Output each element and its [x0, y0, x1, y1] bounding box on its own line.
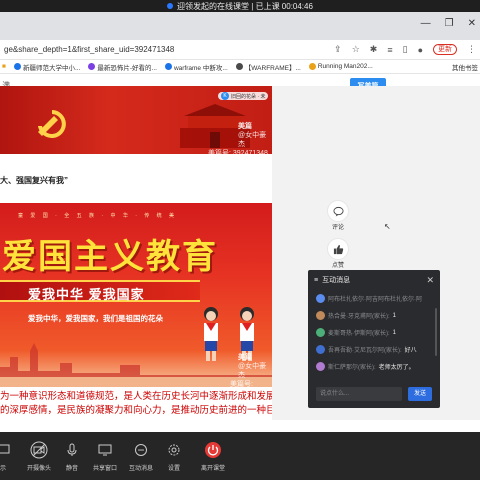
- watermark: 美篇 @女中豪杰 美篇号: 392471348: [208, 123, 268, 154]
- bookmark-item[interactable]: 【WARFRAME】...: [235, 62, 301, 72]
- chat-scrollbar[interactable]: [435, 308, 437, 356]
- bookmark-item[interactable]: Running Man202...: [308, 63, 373, 70]
- site-icon: [88, 63, 96, 70]
- bookmark-item[interactable]: 最新恐怖片-好看的...: [88, 62, 157, 72]
- article-heading: 大、强国复兴有我”: [0, 176, 68, 185]
- live-dot-icon: [167, 3, 174, 9]
- chat-message: 热合曼·牙克甫阿(家长): 1: [308, 307, 440, 324]
- screen: 迎领发起的在线课堂 | 已上课 00:04:46 — ❐ ✕ ge&share_…: [0, 0, 480, 480]
- extensions-icon[interactable]: ✱: [370, 44, 378, 55]
- child-figure-icon: [204, 307, 218, 361]
- poster-topline: 童 爱 国 · 全 五 族 · 中 华 · 传 统 美: [18, 213, 178, 219]
- minimize-icon[interactable]: —: [421, 18, 431, 29]
- update-button[interactable]: 更新: [433, 44, 457, 55]
- poster-ribbon: 爱我中华 爱我国家: [0, 280, 200, 302]
- chat-message: 麦斯哥热·伊斯阿(家长): 1: [308, 324, 440, 341]
- party-banner-image: K 旧回的花朵 · 未 美篇 @女中豪杰 美篇号: 392471348: [0, 86, 272, 154]
- watermark: 美篇 @女中豪杰 美篇号: 392471348: [230, 354, 267, 387]
- avatar: [316, 294, 325, 303]
- author-avatar: K: [221, 92, 229, 100]
- comment-icon[interactable]: [327, 200, 349, 222]
- bookmark-other-folder[interactable]: 其他书签: [452, 62, 480, 72]
- author-chip[interactable]: K 旧回的花朵 · 未: [218, 92, 269, 100]
- reading-list-icon[interactable]: ≡: [387, 45, 392, 55]
- patriotism-poster: 童 爱 国 · 全 五 族 · 中 华 · 传 统 美 爱国主义教育 爱我中华 …: [0, 203, 272, 387]
- menu-dots-icon[interactable]: ⋮: [467, 44, 476, 55]
- address-bar-icons: ⇪ ☆ ✱ ≡ ▯ ● 更新 ⋮: [334, 44, 476, 55]
- bookmark-star-icon[interactable]: ☆: [352, 44, 360, 55]
- site-icon: [235, 63, 243, 70]
- screen-icon: [0, 440, 13, 460]
- chat-header: ≡ 互动消息: [314, 276, 351, 285]
- share-status-text: 迎领发起的在线课堂 | 已上课 00:04:46: [177, 1, 313, 11]
- power-icon: [203, 440, 223, 460]
- toolbar-item-leave[interactable]: 离开课堂: [198, 440, 228, 472]
- camera-off-icon: [29, 440, 49, 460]
- url-text[interactable]: ge&share_depth=1&first_share_uid=3924713…: [4, 45, 334, 54]
- toolbar-item-camera[interactable]: 开摄像头: [24, 440, 54, 472]
- chat-bubble-icon: [131, 440, 151, 460]
- chat-input[interactable]: 说点什么...: [316, 387, 402, 401]
- toolbar-item-settings[interactable]: 设置: [159, 440, 189, 472]
- toolbar-item-messages[interactable]: 互动消息: [126, 440, 156, 472]
- share-status-banner: 迎领发起的在线课堂 | 已上课 00:04:46: [0, 0, 480, 12]
- close-icon[interactable]: ✕: [468, 18, 476, 29]
- send-button[interactable]: 发送: [408, 387, 432, 401]
- list-icon: ≡: [314, 276, 319, 284]
- avatar: [316, 345, 325, 354]
- tab-strip: — ❐ ✕: [0, 12, 480, 40]
- bookmark-item[interactable]: warframe 中断攻...: [164, 62, 228, 72]
- toolbar-item-share-window[interactable]: 共享窗口: [90, 440, 120, 472]
- toolbar-item-screen[interactable]: 示: [0, 440, 18, 472]
- site-icon: [164, 63, 172, 70]
- article-body: 为一种意识形态和道德规范，是人类在历史长河中逐渐形成和发展起 的深厚感情，是民族…: [0, 391, 272, 416]
- avatar: [316, 362, 325, 371]
- chat-message: 吾再吾勒·艾尼瓦尔阿(家长): 好八: [308, 341, 440, 358]
- chat-message: 斯仁萨那尔(家长): 老师太厉了。: [308, 358, 440, 375]
- comment-action[interactable]: 评论: [327, 200, 349, 231]
- hammer-sickle-icon: [38, 110, 66, 138]
- window-controls: — ❐ ✕: [421, 18, 476, 29]
- monitor-icon: [95, 440, 115, 460]
- profile-icon[interactable]: ●: [418, 45, 423, 55]
- chat-message: 阿布杜扎依尔·阿吉阿布杜扎依尔·阿: [308, 290, 440, 307]
- gear-icon: [164, 440, 184, 460]
- bookmarks-bar: ■ 新疆师范大学中小... 最新恐怖片-好看的... warframe 中断攻.…: [0, 60, 480, 74]
- mouse-cursor-icon: ↖: [384, 222, 391, 231]
- close-icon[interactable]: ✕: [426, 275, 434, 286]
- article: K 旧回的花朵 · 未 美篇 @女中豪杰 美篇号: 392471348 大、强国…: [0, 86, 272, 420]
- toolbar-item-mute[interactable]: 静音: [57, 440, 87, 472]
- poster-subline: 爱我中华，爱我国家，我们是祖国的花朵: [28, 314, 163, 323]
- classroom-toolbar: 示 开摄像头 静音 共享窗口 互动消息 设置 离开课堂: [0, 432, 480, 480]
- sidebar-icon[interactable]: ▯: [403, 44, 408, 55]
- share-icon[interactable]: ⇪: [334, 44, 342, 55]
- thumbs-up-icon[interactable]: [327, 238, 349, 260]
- address-bar[interactable]: ge&share_depth=1&first_share_uid=3924713…: [0, 40, 480, 60]
- interaction-messages-panel: ≡ 互动消息 ✕ 阿布杜扎依尔·阿吉阿布杜扎依尔·阿 热合曼·牙克甫阿(家长):…: [308, 270, 440, 408]
- maximize-icon[interactable]: ❐: [445, 18, 454, 29]
- site-icon: [308, 63, 316, 70]
- microphone-icon: [62, 440, 82, 460]
- avatar: [316, 311, 325, 320]
- site-icon: [13, 63, 21, 70]
- poster-title: 爱国主义教育: [2, 237, 218, 277]
- bookmark-folder-icon[interactable]: ■: [2, 63, 6, 70]
- bookmark-item[interactable]: 新疆师范大学中小...: [13, 62, 80, 72]
- like-action[interactable]: 点赞: [327, 238, 349, 269]
- avatar: [316, 328, 325, 337]
